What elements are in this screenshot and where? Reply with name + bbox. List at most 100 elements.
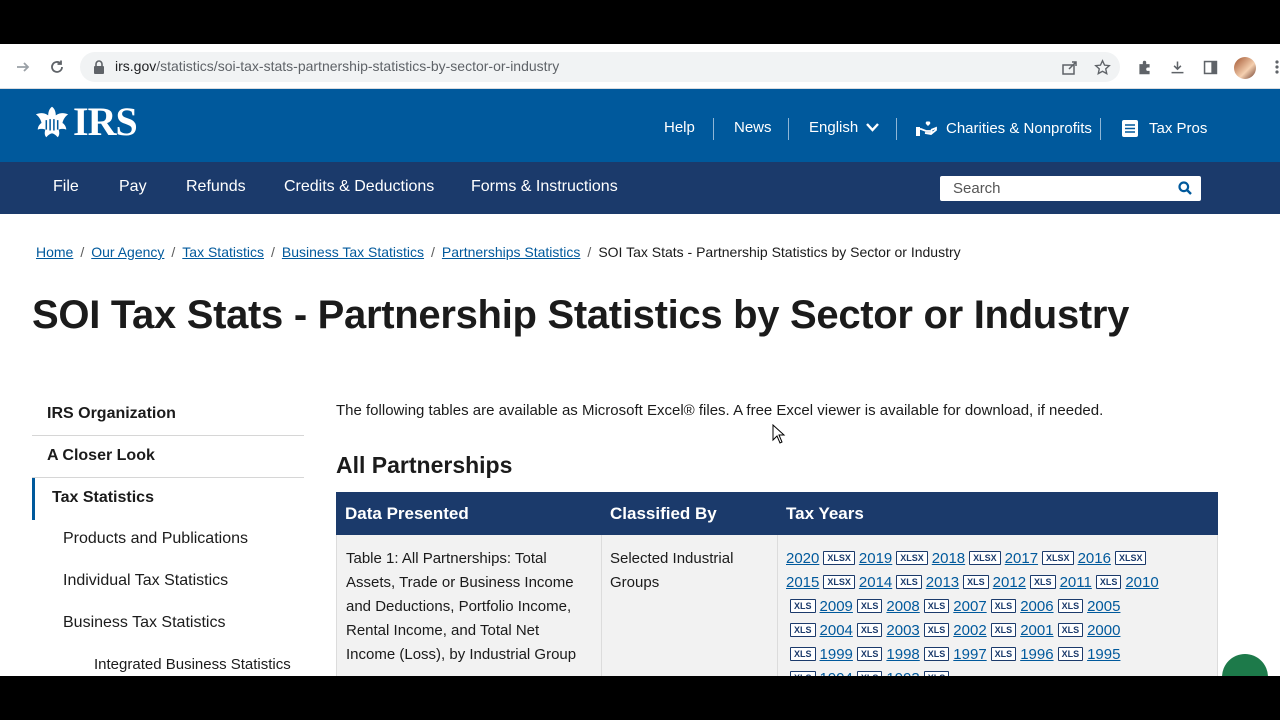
tax-year-link-2008[interactable]: 2008	[886, 598, 919, 615]
column-divider	[601, 535, 602, 676]
share-icon[interactable]	[1058, 56, 1080, 78]
file-type-badge[interactable]: XLS	[1057, 647, 1084, 661]
tax-year-link-1997[interactable]: 1997	[953, 646, 986, 663]
tax-year-link-2002[interactable]: 2002	[953, 622, 986, 639]
tax-year-link-2011[interactable]: 2011	[1060, 574, 1092, 591]
breadcrumb-our-agency[interactable]: Our Agency	[91, 244, 164, 260]
tax-year-link-2018[interactable]: 2018	[932, 550, 965, 567]
nav-file[interactable]: File	[53, 178, 79, 196]
profile-avatar[interactable]	[1234, 57, 1256, 79]
file-type-badge[interactable]: XLSX	[823, 551, 855, 565]
file-type-badge[interactable]: XLSX	[1042, 551, 1074, 565]
sidebar-item-tax-statistics[interactable]: Tax Statistics	[32, 478, 304, 520]
file-type-badge[interactable]: XLS	[923, 671, 950, 676]
tax-year-link-2013[interactable]: 2013	[926, 574, 959, 591]
file-type-badge[interactable]: XLS	[790, 623, 816, 637]
file-type-badge[interactable]: XLS	[856, 647, 883, 661]
mouse-cursor-icon	[772, 424, 786, 444]
sidebar-item-closer-look[interactable]: A Closer Look	[32, 436, 304, 478]
file-type-badge[interactable]: XLS	[856, 671, 883, 676]
divider	[788, 118, 789, 140]
extensions-puzzle-icon[interactable]	[1133, 56, 1155, 78]
tax-year-link-2003[interactable]: 2003	[886, 622, 919, 639]
tax-year-link-1996[interactable]: 1996	[1020, 646, 1053, 663]
language-selector[interactable]: English	[809, 119, 880, 136]
tax-year-link-2010[interactable]: 2010	[1125, 574, 1158, 591]
search-icon[interactable]	[1178, 181, 1192, 195]
sidebar-item-business-tax-statistics[interactable]: Business Tax Statistics	[32, 604, 304, 646]
breadcrumb-business-tax-statistics[interactable]: Business Tax Statistics	[282, 244, 424, 260]
tax-year-link-2006[interactable]: 2006	[1020, 598, 1053, 615]
nav-forms-instructions[interactable]: Forms & Instructions	[471, 178, 618, 196]
tax-year-link-1999[interactable]: 1999	[820, 646, 853, 663]
file-type-badge[interactable]: XLS	[1057, 623, 1084, 637]
file-type-badge[interactable]: XLSX	[896, 551, 928, 565]
column-header-classified-by: Classified By	[610, 504, 717, 523]
sidebar-item-irs-organization[interactable]: IRS Organization	[32, 394, 304, 436]
more-menu-icon[interactable]	[1266, 56, 1280, 78]
download-icon[interactable]	[1166, 56, 1188, 78]
divider	[1100, 118, 1101, 140]
tax-year-link-2000[interactable]: 2000	[1087, 622, 1120, 639]
file-type-badge[interactable]: XLSX	[823, 575, 855, 589]
reload-icon[interactable]	[46, 56, 68, 78]
lock-icon	[94, 60, 104, 74]
file-type-badge[interactable]: XLS	[1030, 575, 1056, 589]
table-cell-classified-by: Selected Industrial Groups	[610, 550, 734, 591]
tax-year-link-2014[interactable]: 2014	[859, 574, 892, 591]
breadcrumb-home[interactable]: Home	[36, 244, 73, 260]
bookmark-star-icon[interactable]	[1091, 56, 1113, 78]
tax-year-link-1994[interactable]: 1994	[820, 670, 853, 676]
file-type-badge[interactable]: XLS	[963, 575, 989, 589]
file-type-badge[interactable]: XLS	[790, 599, 816, 613]
file-type-badge[interactable]: XLSX	[969, 551, 1001, 565]
tax-year-line: XLS 1999 XLS 1998 XLS 1997 XLS 1996 XLS 1995	[786, 643, 1216, 667]
file-type-badge[interactable]: XLS	[1057, 599, 1084, 613]
tax-year-link-2004[interactable]: 2004	[820, 622, 853, 639]
forward-icon[interactable]	[12, 56, 34, 78]
tax-year-link-1995[interactable]: 1995	[1087, 646, 1120, 663]
tax-pros-link[interactable]: Tax Pros	[1121, 119, 1207, 138]
search-input[interactable]	[940, 176, 1170, 201]
file-type-badge[interactable]: XLS	[1095, 575, 1122, 589]
file-type-badge[interactable]: XLS	[790, 647, 816, 661]
tax-year-link-2020[interactable]: 2020	[786, 550, 819, 567]
file-type-badge[interactable]: XLS	[856, 599, 883, 613]
file-type-badge[interactable]: XLS	[896, 575, 922, 589]
file-type-badge[interactable]: XLS	[990, 599, 1017, 613]
tax-year-link-2005[interactable]: 2005	[1087, 598, 1120, 615]
news-link[interactable]: News	[734, 119, 772, 136]
tax-year-link-1998[interactable]: 1998	[886, 646, 919, 663]
irs-logo[interactable]: IRS	[33, 102, 138, 142]
nav-refunds[interactable]: Refunds	[186, 178, 246, 196]
tax-year-link-2007[interactable]: 2007	[953, 598, 986, 615]
sidebar-item-integrated-business-statistics[interactable]: Integrated Business Statistics	[32, 646, 304, 676]
tax-year-link-2016[interactable]: 2016	[1078, 550, 1111, 567]
nav-pay[interactable]: Pay	[119, 178, 147, 196]
tax-year-link-1993[interactable]: 1993	[886, 670, 919, 676]
file-type-badge[interactable]: XLS	[856, 623, 883, 637]
address-bar[interactable]: irs.gov/statistics/soi-tax-stats-partner…	[80, 52, 1120, 82]
sidebar-item-individual-tax-statistics[interactable]: Individual Tax Statistics	[32, 562, 304, 604]
chat-button[interactable]	[1222, 654, 1268, 676]
sidebar-item-products-publications[interactable]: Products and Publications	[32, 520, 304, 562]
tax-year-link-2012[interactable]: 2012	[993, 574, 1026, 591]
help-link[interactable]: Help	[664, 119, 695, 136]
tax-year-link-2015[interactable]: 2015	[786, 574, 819, 591]
file-type-badge[interactable]: XLS	[923, 623, 950, 637]
file-type-badge[interactable]: XLS	[990, 623, 1017, 637]
charities-nonprofits-link[interactable]: Charities & Nonprofits	[916, 119, 1092, 137]
nav-credits-deductions[interactable]: Credits & Deductions	[284, 178, 434, 196]
tax-year-link-2009[interactable]: 2009	[820, 598, 853, 615]
file-type-badge[interactable]: XLS	[790, 671, 816, 676]
file-type-badge[interactable]: XLSX	[1114, 551, 1147, 565]
tax-year-link-2017[interactable]: 2017	[1005, 550, 1038, 567]
file-type-badge[interactable]: XLS	[990, 647, 1017, 661]
breadcrumb-tax-statistics[interactable]: Tax Statistics	[182, 244, 264, 260]
file-type-badge[interactable]: XLS	[923, 599, 950, 613]
breadcrumb-partnerships-statistics[interactable]: Partnerships Statistics	[442, 244, 581, 260]
file-type-badge[interactable]: XLS	[923, 647, 950, 661]
tax-year-link-2001[interactable]: 2001	[1020, 622, 1053, 639]
side-panel-icon[interactable]	[1199, 56, 1221, 78]
tax-year-link-2019[interactable]: 2019	[859, 550, 892, 567]
